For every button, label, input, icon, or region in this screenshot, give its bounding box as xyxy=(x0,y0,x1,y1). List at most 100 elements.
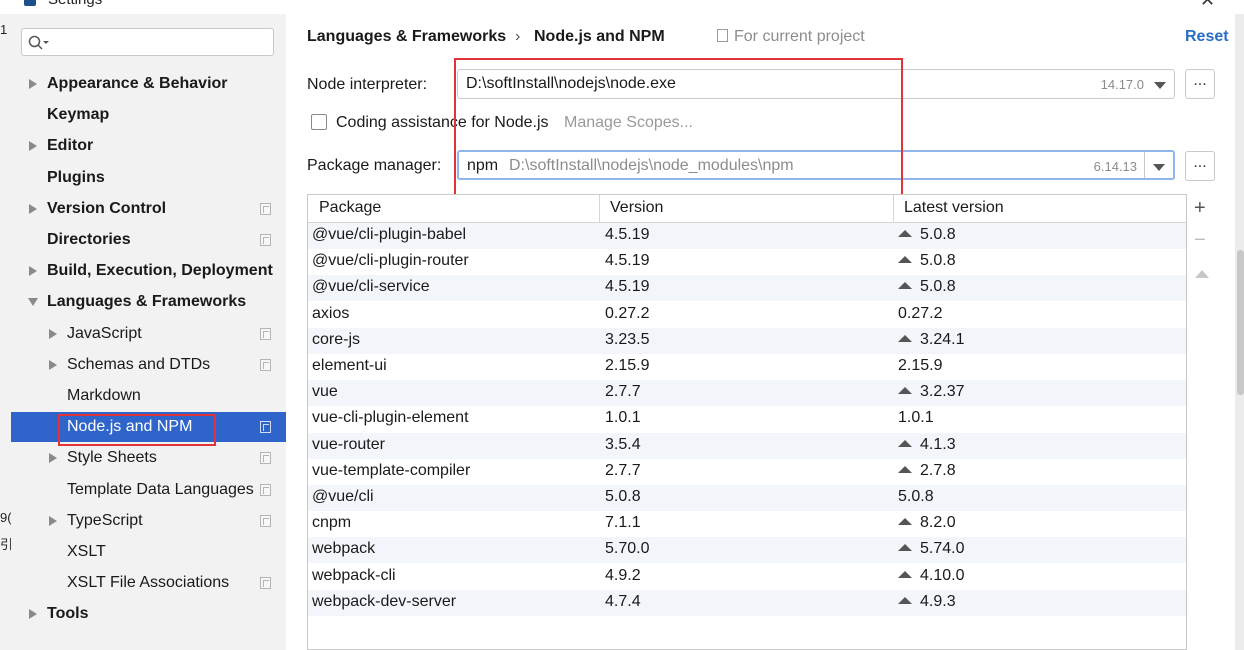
table-row[interactable]: @vue/cli 5.0.8 5.0.8 xyxy=(308,485,1186,511)
package-latest-version: 4.10.0 xyxy=(898,567,964,585)
latest-version-text: 5.0.8 xyxy=(920,226,956,243)
sidebar-item-style-sheets[interactable]: Style Sheets xyxy=(11,443,286,473)
sidebar-item-tools[interactable]: Tools xyxy=(11,599,286,629)
fringe-text: 9( xyxy=(0,510,12,525)
sidebar-item-template-data-languages[interactable]: Template Data Languages xyxy=(11,475,286,505)
chevron-right-icon[interactable] xyxy=(29,141,37,151)
package-name: @vue/cli-plugin-babel xyxy=(312,226,467,243)
package-latest-version: 5.0.8 xyxy=(898,226,956,244)
table-row[interactable]: webpack 5.70.0 5.74.0 xyxy=(308,537,1186,563)
upgrade-available-icon xyxy=(898,387,912,394)
package-version: 1.0.1 xyxy=(605,409,641,426)
chevron-right-icon[interactable] xyxy=(49,360,57,370)
column-header-version[interactable]: Version xyxy=(610,199,663,217)
table-row[interactable]: core-js 3.23.5 3.24.1 xyxy=(308,328,1186,354)
table-row[interactable]: cnpm 7.1.1 8.2.0 xyxy=(308,511,1186,537)
table-row[interactable]: vue-cli-plugin-element 1.0.1 1.0.1 xyxy=(308,406,1186,432)
table-row[interactable]: @vue/cli-plugin-router 4.5.19 5.0.8 xyxy=(308,249,1186,275)
upgrade-available-icon xyxy=(898,256,912,263)
package-name: cnpm xyxy=(312,514,352,531)
package-name: core-js xyxy=(312,331,361,348)
for-current-project: For current project xyxy=(717,28,865,46)
project-scope-icon xyxy=(260,203,271,215)
breadcrumb-parent[interactable]: Languages & Frameworks xyxy=(307,28,506,46)
latest-version-text: 5.0.8 xyxy=(920,252,956,269)
sidebar-item-label: Plugins xyxy=(47,169,105,186)
package-version: 2.15.9 xyxy=(605,357,650,374)
chevron-down-icon[interactable] xyxy=(1153,164,1165,171)
package-version: 4.7.4 xyxy=(605,593,641,610)
package-name: vue-template-compiler xyxy=(312,462,471,479)
chevron-right-icon[interactable] xyxy=(29,204,37,214)
column-header-latest-version[interactable]: Latest version xyxy=(904,199,1004,217)
sidebar-item-label: Directories xyxy=(47,231,131,248)
settings-content: Languages & Frameworks › Node.js and NPM… xyxy=(287,14,1244,650)
chevron-right-icon[interactable] xyxy=(49,516,57,526)
package-manager-browse-button[interactable]: ... xyxy=(1185,151,1215,181)
sidebar-item-editor[interactable]: Editor xyxy=(11,131,286,161)
search-input[interactable] xyxy=(21,28,274,56)
upgrade-available-icon xyxy=(898,571,912,578)
table-row[interactable]: vue-router 3.5.4 4.1.3 xyxy=(308,433,1186,459)
table-row[interactable]: axios 0.27.2 0.27.2 xyxy=(308,302,1186,328)
table-row[interactable]: vue 2.7.7 3.2.37 xyxy=(308,380,1186,406)
table-row[interactable]: element-ui 2.15.9 2.15.9 xyxy=(308,354,1186,380)
package-latest-version: 5.74.0 xyxy=(898,540,964,558)
chevron-right-icon[interactable] xyxy=(29,266,37,276)
column-separator[interactable] xyxy=(599,195,600,222)
table-row[interactable]: @vue/cli-service 4.5.19 5.0.8 xyxy=(308,275,1186,301)
chevron-right-icon[interactable] xyxy=(49,329,57,339)
sidebar-item-schemas-and-dtds[interactable]: Schemas and DTDs xyxy=(11,350,286,380)
table-row[interactable]: webpack-dev-server 4.7.4 4.9.3 xyxy=(308,590,1186,616)
table-row[interactable]: @vue/cli-plugin-babel 4.5.19 5.0.8 xyxy=(308,223,1186,249)
packages-table[interactable]: Package Version Latest version @vue/cli-… xyxy=(307,194,1187,650)
latest-version-text: 3.24.1 xyxy=(920,331,965,348)
sidebar-item-xslt[interactable]: XSLT xyxy=(11,537,286,567)
chevron-right-icon[interactable] xyxy=(49,453,57,463)
project-icon xyxy=(717,29,728,42)
project-scope-icon xyxy=(260,234,271,246)
table-row[interactable]: vue-template-compiler 2.7.7 2.7.8 xyxy=(308,459,1186,485)
chevron-down-icon[interactable] xyxy=(28,298,38,306)
remove-package-button[interactable]: − xyxy=(1194,230,1206,250)
chevron-right-icon[interactable] xyxy=(29,79,37,89)
node-interpreter-browse-button[interactable]: ... xyxy=(1185,69,1215,99)
dropdown-divider xyxy=(1144,152,1145,178)
upgrade-available-icon xyxy=(898,597,912,604)
coding-assistance-checkbox[interactable] xyxy=(311,114,327,130)
column-header-package[interactable]: Package xyxy=(319,199,381,217)
close-icon[interactable]: ✕ xyxy=(1200,0,1215,11)
package-latest-version: 5.0.8 xyxy=(898,278,956,296)
add-package-button[interactable]: + xyxy=(1194,198,1206,218)
reset-link[interactable]: Reset xyxy=(1185,28,1229,46)
sidebar-item-build-execution-deployment[interactable]: Build, Execution, Deployment xyxy=(11,256,286,286)
background-window-fringe: 1 9( 引 xyxy=(0,14,13,650)
table-header: Package Version Latest version xyxy=(308,195,1186,223)
package-name: webpack xyxy=(312,540,376,557)
package-name: vue-cli-plugin-element xyxy=(312,409,469,426)
sidebar-item-keymap[interactable]: Keymap xyxy=(11,100,286,130)
upgrade-package-icon[interactable] xyxy=(1195,270,1209,278)
sidebar-item-plugins[interactable]: Plugins xyxy=(11,163,286,193)
scrollbar-thumb[interactable] xyxy=(1237,250,1244,395)
settings-sidebar: Appearance & Behavior Keymap Editor Plugins… xyxy=(11,14,286,650)
sidebar-item-directories[interactable]: Directories xyxy=(11,225,286,255)
chevron-down-icon[interactable] xyxy=(1154,82,1166,89)
sidebar-item-xslt-file-associations[interactable]: XSLT File Associations xyxy=(11,568,286,598)
sidebar-item-markdown[interactable]: Markdown xyxy=(11,381,286,411)
breadcrumb-current: Node.js and NPM xyxy=(534,28,665,45)
column-separator[interactable] xyxy=(893,195,894,222)
table-row[interactable]: webpack-cli 4.9.2 4.10.0 xyxy=(308,564,1186,590)
package-version: 3.5.4 xyxy=(605,436,641,453)
sidebar-item-appearance-behavior[interactable]: Appearance & Behavior xyxy=(11,69,286,99)
sidebar-item-javascript[interactable]: JavaScript xyxy=(11,319,286,349)
package-latest-version: 0.27.2 xyxy=(898,305,942,323)
sidebar-item-version-control[interactable]: Version Control xyxy=(11,194,286,224)
sidebar-item-label: XSLT File Associations xyxy=(67,574,230,591)
latest-version-text: 2.7.8 xyxy=(920,462,956,479)
sidebar-item-typescript[interactable]: TypeScript xyxy=(11,506,286,536)
sidebar-item-languages-frameworks[interactable]: Languages & Frameworks xyxy=(11,287,286,317)
chevron-right-icon[interactable] xyxy=(29,609,37,619)
project-scope-icon xyxy=(260,515,271,527)
latest-version-text: 4.9.3 xyxy=(920,593,956,610)
